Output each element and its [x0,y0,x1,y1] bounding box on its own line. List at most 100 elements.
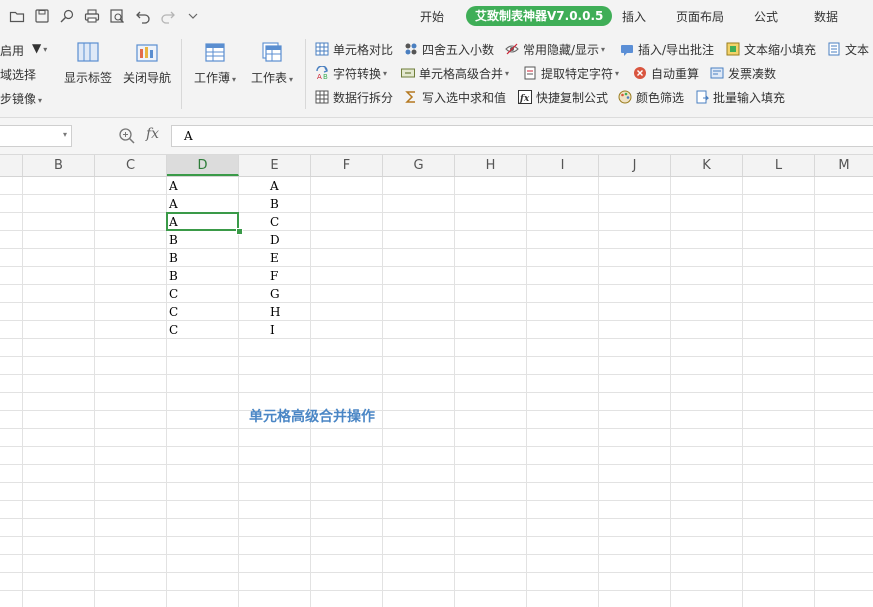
cell-d1[interactable]: A [169,177,178,195]
column-header[interactable]: B [23,155,95,176]
cell-d2[interactable]: A [169,195,178,213]
svg-text:A: A [317,73,322,80]
text-shrink-fit-button[interactable]: 文本缩小填充 [726,40,816,58]
convert-arrows-icon: AB [315,66,329,80]
show-tabs-icon [76,40,100,66]
cell-e8[interactable]: H [270,303,280,321]
cell-d6[interactable]: B [169,267,178,285]
formula-input[interactable]: A [171,125,873,147]
redo-icon[interactable] [160,8,176,24]
invoice-icon [710,66,724,80]
print-icon[interactable] [84,8,100,24]
tab-aizhi-tools[interactable]: 艾致制表神器V7.0.0.5 [466,6,613,26]
undo-icon[interactable] [135,8,151,24]
column-header[interactable]: C [95,155,167,176]
worksheet-icon [260,40,284,66]
cell-compare-button[interactable]: 单元格对比 [315,40,393,58]
worksheet-button[interactable]: 工作表 ▾ [247,40,297,86]
operation-caption: 单元格高级合并操作 [249,409,375,425]
write-selected-sum-button[interactable]: 写入选中求和值 [404,88,506,106]
copy-formula-button[interactable]: fx 快捷复制公式 [518,88,608,106]
invoice-sum-button[interactable]: 发票凑数 [710,64,776,82]
workbook-button[interactable]: 工作薄 ▾ [190,40,240,86]
svg-text:fx: fx [519,94,530,104]
column-header[interactable]: L [743,155,815,176]
fx-icon[interactable]: fx [146,126,159,142]
cell-e4[interactable]: D [270,231,280,249]
extract-doc-icon [523,66,537,80]
cell-e6[interactable]: F [270,267,278,285]
enable-item[interactable]: 启用 [0,42,24,59]
sync-mirror-item[interactable]: 步镜像 ▾ [0,90,42,107]
name-box-dropdown-icon[interactable]: ▾ [63,130,67,139]
text-more-button[interactable]: 文本 [827,40,869,58]
column-header[interactable]: M [815,155,873,176]
cell-e1[interactable]: A [270,177,279,195]
show-tabs-button[interactable]: 显示标签 [62,40,114,86]
fill-handle[interactable] [236,228,243,235]
cell-d4[interactable]: B [169,231,178,249]
ribbon-separator [305,39,306,109]
column-header[interactable]: F [311,155,383,176]
active-cell-outline [166,212,239,231]
ribbon-separator [181,39,182,109]
customize-toolbar-chevron-icon[interactable] [185,8,201,24]
auto-recalc-button[interactable]: 自动重算 [633,64,699,82]
color-filter-button[interactable]: 颜色筛选 [618,88,684,106]
zoom-search-icon[interactable] [118,127,136,145]
tab-data[interactable]: 数据 [814,8,838,25]
extract-chars-button[interactable]: 提取特定字符 ▾ [523,64,619,82]
comment-icon [620,42,634,56]
spreadsheet-grid[interactable] [0,177,873,607]
name-box[interactable]: ▾ [0,125,72,147]
save-icon[interactable] [34,8,50,24]
cell-d8[interactable]: C [169,303,178,321]
close-nav-button[interactable]: 关闭导航 [120,40,174,86]
grid-compare-icon [315,42,329,56]
cell-e7[interactable]: G [270,285,280,303]
print-preview-icon[interactable] [109,8,125,24]
round-icon [404,42,418,56]
batch-fill-icon [695,90,709,104]
cell-d5[interactable]: B [169,249,178,267]
eye-hidden-icon [505,42,519,56]
cell-e3[interactable]: C [270,213,279,231]
batch-fill-button[interactable]: 批量输入填充 [695,88,785,106]
cell-e2[interactable]: B [270,195,279,213]
cell-e5[interactable]: E [270,249,279,267]
tab-formulas[interactable]: 公式 [754,8,778,25]
range-select-item[interactable]: 域选择 [0,66,36,83]
row-split-button[interactable]: 数据行拆分 [315,88,393,106]
column-header[interactable]: G [383,155,455,176]
ribbon: 启用 ▼ ▾ 域选择 步镜像 ▾ 显示标签 关闭导航 工作薄 ▾ 工作表 ▾ 单元格对比… [0,33,873,118]
svg-text:B: B [323,73,328,80]
cell-d7[interactable]: C [169,285,178,303]
column-header-a[interactable] [0,155,23,176]
char-convert-button[interactable]: AB 字符转换 ▾ [315,64,387,82]
cell-d9[interactable]: C [169,321,178,339]
workbook-icon [203,40,227,66]
column-header[interactable]: I [527,155,599,176]
search-doc-icon[interactable] [59,8,75,24]
formula-bar: ▾ fx A [0,118,873,155]
open-folder-icon[interactable] [9,8,25,24]
enable-dropdown-icon[interactable]: ▼ ▾ [32,41,47,55]
recalc-stop-icon [633,66,647,80]
column-header[interactable]: H [455,155,527,176]
round-decimal-button[interactable]: 四舍五入小数 [404,40,494,58]
column-header[interactable]: K [671,155,743,176]
text-doc-icon [827,42,841,56]
column-header[interactable]: J [599,155,671,176]
column-headers: B C D E F G H I J K L M [0,155,873,177]
insert-export-comment-button[interactable]: 插入/导出批注 [620,40,714,58]
close-nav-icon [135,40,159,66]
tab-insert[interactable]: 插入 [622,8,646,25]
tab-home[interactable]: 开始 [420,8,444,25]
hide-show-button[interactable]: 常用隐藏/显示 ▾ [505,40,605,58]
cell-e9[interactable]: I [270,321,275,339]
merge-cells-icon [401,66,415,80]
tab-page-layout[interactable]: 页面布局 [676,8,724,25]
column-header-selected[interactable]: D [167,155,239,176]
column-header[interactable]: E [239,155,311,176]
cell-advanced-merge-button[interactable]: 单元格高级合并 ▾ [401,64,509,82]
